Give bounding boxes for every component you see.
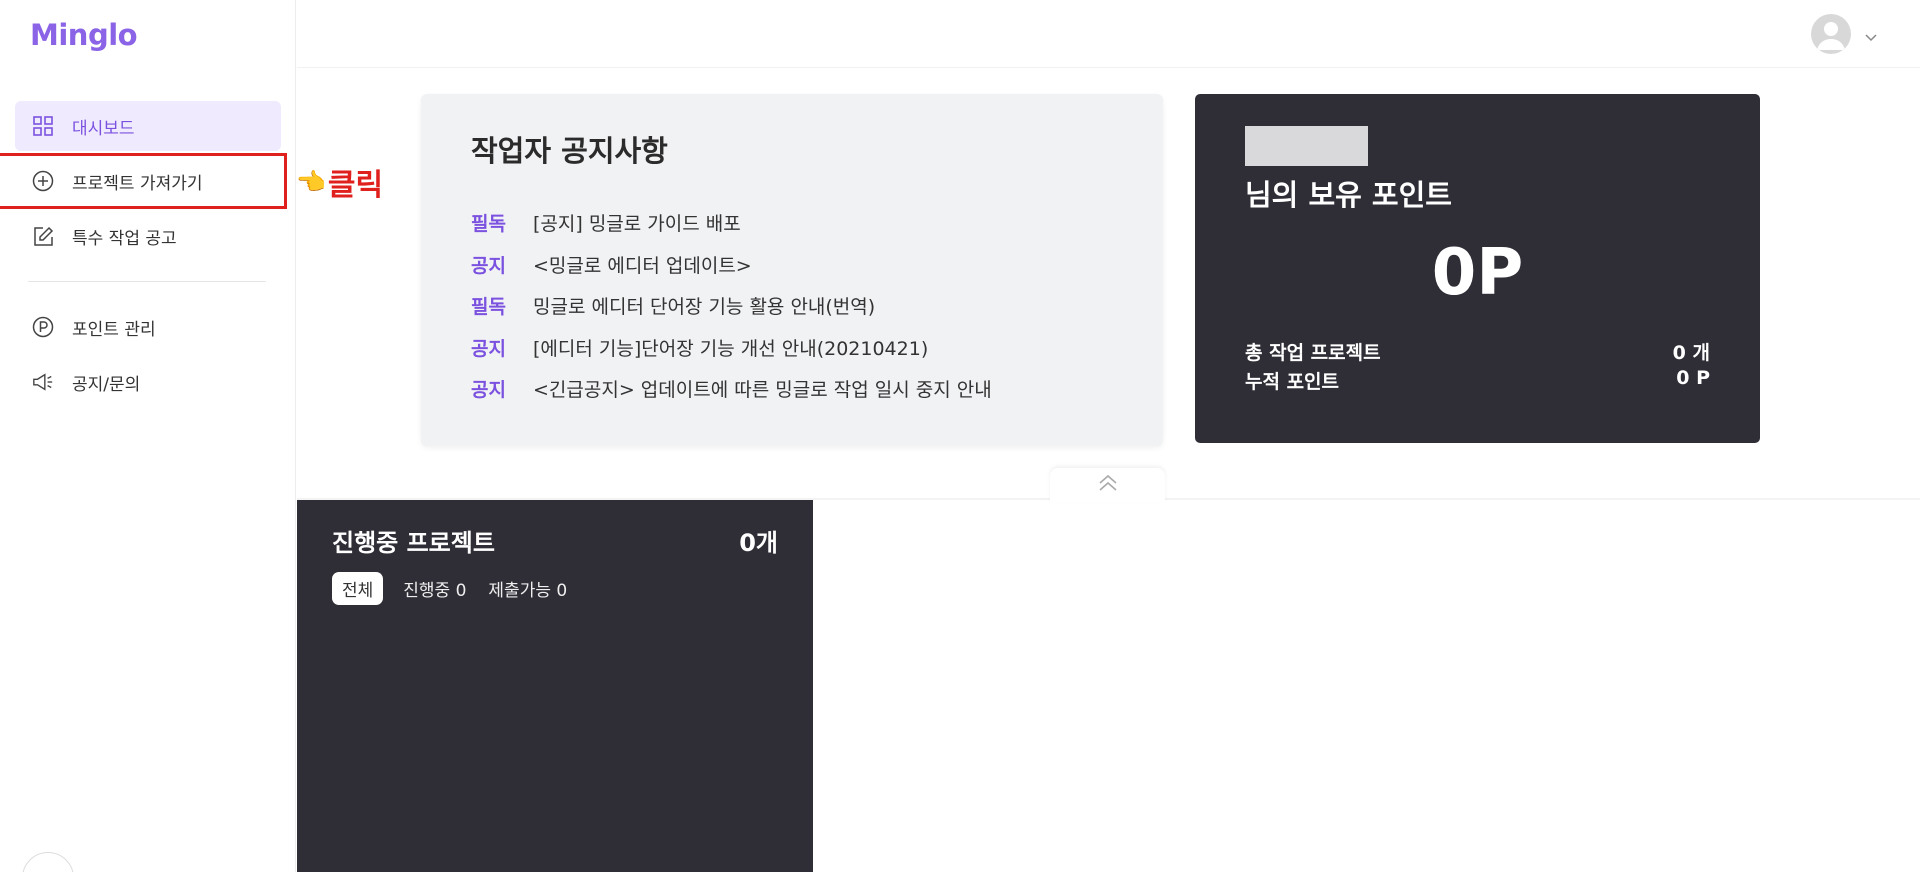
help-button[interactable] — [22, 852, 74, 872]
notice-text: <밍글로 에디터 업데이트> — [533, 254, 752, 277]
sidebar-item-label: 대시보드 — [72, 118, 135, 139]
notice-tag: 필독 — [471, 213, 506, 236]
sidebar-item-label: 포인트 관리 — [72, 319, 156, 340]
notice-text: [에디터 기능]단어장 기능 개선 안내(20210421) — [533, 337, 929, 360]
user-name-redacted — [1245, 126, 1368, 166]
grid-icon — [32, 115, 54, 137]
points-value: 0P — [1431, 236, 1524, 310]
chevrons-up-icon — [1097, 474, 1119, 496]
notice-tag: 필독 — [471, 296, 506, 319]
sidebar-item-label: 공지/문의 — [72, 374, 141, 395]
progress-filters: 전체 진행중 0 제출가능 0 — [332, 572, 589, 605]
notice-text: <긴급공지> 업데이트에 따른 밍글로 작업 일시 중지 안내 — [533, 379, 992, 402]
notice-text: 밍글로 에디터 단어장 기능 활용 안내(번역) — [533, 296, 876, 319]
top-header — [297, 0, 1920, 68]
app-root: Minglo 대시보드 프로젝트 가져가기 특수 작업 공고 포인트 관리 공지… — [0, 0, 1920, 872]
notice-tag: 공지 — [471, 254, 506, 277]
filter-all[interactable]: 전체 — [332, 572, 384, 605]
sidebar-item-special-jobs[interactable]: 특수 작업 공고 — [15, 211, 281, 261]
collapse-button[interactable] — [1050, 468, 1165, 502]
edit-icon — [32, 225, 54, 247]
megaphone-icon — [32, 371, 54, 393]
row-label: 총 작업 프로젝트 — [1245, 342, 1381, 364]
filter-in-progress[interactable]: 진행중 0 — [403, 576, 466, 601]
sidebar: Minglo 대시보드 프로젝트 가져가기 특수 작업 공고 포인트 관리 공지… — [0, 0, 296, 872]
row-label: 누적 포인트 — [1245, 371, 1340, 393]
notice-item[interactable]: 공지 <밍글로 에디터 업데이트> — [471, 244, 992, 286]
notice-item[interactable]: 공지 [에디터 기능]단어장 기능 개선 안내(20210421) — [471, 327, 992, 369]
notice-item[interactable]: 공지 <긴급공지> 업데이트에 따른 밍글로 작업 일시 중지 안내 — [471, 368, 992, 410]
notice-tag: 공지 — [471, 379, 506, 402]
notice-item[interactable]: 필독 [공지] 밍글로 가이드 배포 — [471, 202, 992, 244]
sidebar-item-points[interactable]: 포인트 관리 — [15, 302, 281, 352]
notice-item[interactable]: 필독 밍글로 에디터 단어장 기능 활용 안내(번역) — [471, 285, 992, 327]
sidebar-item-take-project[interactable]: 프로젝트 가져가기 — [0, 153, 287, 209]
progress-title: 진행중 프로젝트 — [332, 529, 495, 557]
click-annotation-label: 클릭 — [327, 168, 384, 203]
notice-list: 필독 [공지] 밍글로 가이드 배포 공지 <밍글로 에디터 업데이트> 필독 … — [471, 202, 992, 410]
sidebar-item-label: 프로젝트 가져가기 — [72, 173, 203, 194]
chevron-down-icon[interactable] — [1864, 28, 1878, 47]
notice-card: 작업자 공지사항 필독 [공지] 밍글로 가이드 배포 공지 <밍글로 에디터 … — [421, 94, 1163, 446]
accumulated-points-row: 누적 포인트 0 P — [1245, 367, 1710, 394]
sidebar-item-dashboard[interactable]: 대시보드 — [15, 101, 281, 151]
p-circle-icon — [32, 316, 54, 338]
total-projects-row: 총 작업 프로젝트 0 개 — [1245, 338, 1710, 365]
progress-count: 0개 — [739, 529, 778, 557]
sidebar-divider — [28, 281, 266, 282]
points-title: 님의 보유 포인트 — [1245, 178, 1452, 212]
plus-circle-icon — [32, 170, 54, 192]
notice-tag: 공지 — [471, 337, 506, 360]
row-value: 0 개 — [1672, 342, 1710, 364]
click-annotation: 👈 클릭 — [296, 160, 383, 204]
in-progress-panel: 진행중 프로젝트 0개 전체 진행중 0 제출가능 0 — [297, 500, 813, 872]
sidebar-item-label: 특수 작업 공고 — [72, 228, 177, 249]
avatar[interactable] — [1811, 14, 1851, 54]
logo[interactable]: Minglo — [30, 18, 138, 52]
sidebar-item-notice[interactable]: 공지/문의 — [15, 357, 281, 407]
notice-title: 작업자 공지사항 — [471, 134, 668, 168]
filter-submittable[interactable]: 제출가능 0 — [488, 576, 567, 601]
row-value: 0 P — [1676, 367, 1710, 389]
points-card: 님의 보유 포인트 0P 총 작업 프로젝트 0 개 누적 포인트 0 P — [1195, 94, 1760, 443]
notice-text: [공지] 밍글로 가이드 배포 — [533, 213, 741, 236]
pointing-hand-icon: 👈 — [296, 168, 326, 196]
